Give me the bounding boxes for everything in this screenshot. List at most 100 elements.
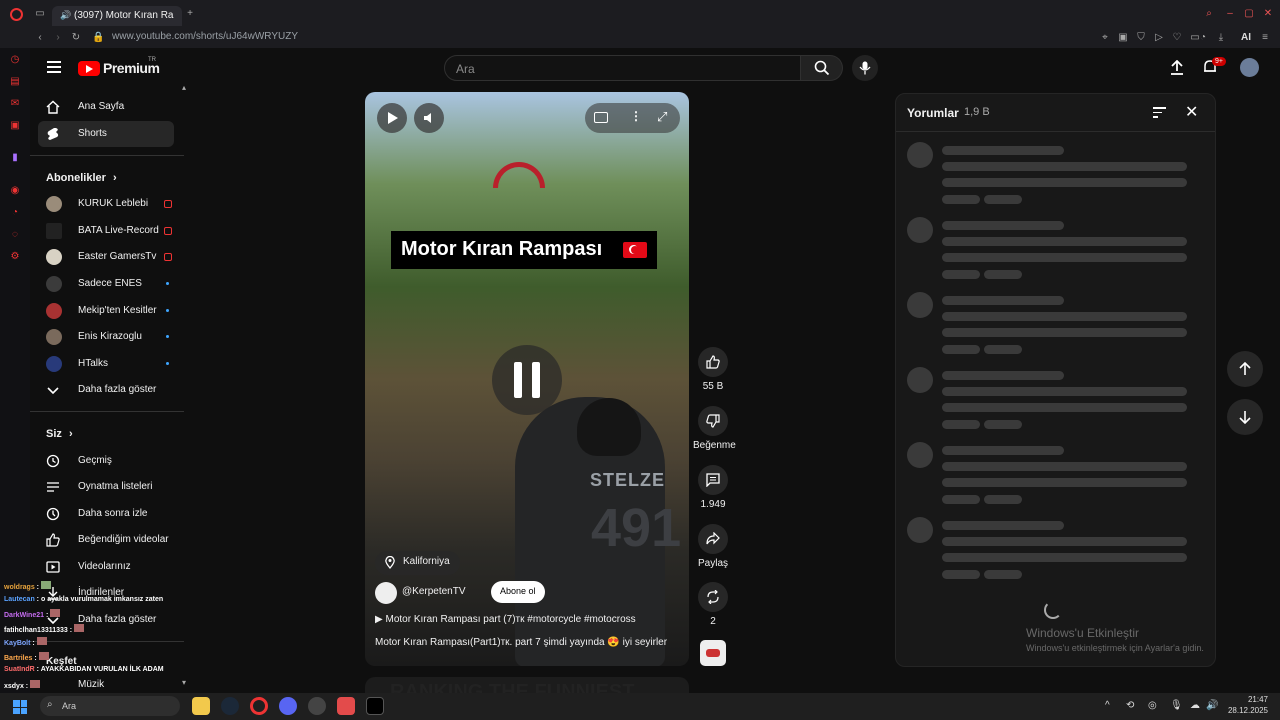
clock-date[interactable]: 28.12.2025 <box>1222 706 1268 715</box>
subscriptions-heading[interactable]: Abonelikler › <box>46 172 117 184</box>
search-input[interactable]: Ara <box>444 55 801 81</box>
clock-time[interactable]: 21:47 <box>1232 695 1268 704</box>
snapshot-icon[interactable]: ▣ <box>1117 32 1129 44</box>
subscription-item[interactable]: Easter GamersTv <box>38 244 174 270</box>
hamburger-menu-icon[interactable] <box>47 61 61 73</box>
send-icon[interactable]: ▷ <box>1153 32 1165 44</box>
scroll-down-icon[interactable]: ▾ <box>182 678 186 687</box>
minimize-icon[interactable]: – <box>1224 8 1236 20</box>
play-button[interactable] <box>377 103 407 133</box>
sound-thumbnail[interactable] <box>700 640 726 666</box>
sidebar-item-playlists[interactable]: Oynatma listeleri <box>38 474 174 500</box>
video-description[interactable]: ▶ Motor Kıran Rampası part (7)тк #motorc… <box>375 614 636 625</box>
download-icon[interactable]: ⤓ <box>1215 32 1227 44</box>
subscription-item[interactable]: Enis Kirazoglu <box>38 324 174 350</box>
aria-ai-icon[interactable]: AI <box>1235 32 1257 44</box>
share-button[interactable]: Paylaş <box>696 524 730 569</box>
opera-logo-icon[interactable] <box>10 8 23 21</box>
sidebar-item-shorts[interactable]: Shorts <box>38 121 174 147</box>
search-tabs-icon[interactable]: ⌕ <box>1203 8 1215 20</box>
notifications-badge: 9+ <box>1212 57 1226 66</box>
next-short-preview[interactable]: RANKING THE FUNNIEST <box>365 677 689 693</box>
close-icon[interactable]: ✕ <box>1185 102 1198 122</box>
back-icon[interactable]: ‹ <box>34 32 46 44</box>
you-heading[interactable]: Siz › <box>46 428 73 440</box>
subscription-item[interactable]: Sadece ENES <box>38 271 174 297</box>
shorts-video-player[interactable]: STELZE 491 ⋮ ⤢ Motor Kıran Rampası Kalif… <box>365 92 689 666</box>
opera-icon[interactable] <box>250 697 268 715</box>
adblock-icon[interactable]: ⛉ <box>1135 32 1147 44</box>
more-options-icon[interactable]: ⋮ <box>630 109 642 123</box>
like-icon <box>46 533 60 547</box>
fullscreen-icon[interactable]: ⤢ <box>657 109 667 125</box>
search-button[interactable] <box>801 55 843 81</box>
tray-chevron-up-icon[interactable]: ^ <box>1105 700 1110 711</box>
speaker-icon[interactable]: 🔊 <box>60 10 71 20</box>
scroll-up-icon[interactable]: ▴ <box>182 83 186 92</box>
settings-icon[interactable]: ⚙ <box>9 251 21 263</box>
next-short-button[interactable] <box>1227 399 1263 435</box>
upload-button[interactable] <box>1170 60 1184 75</box>
sidebar-news-icon[interactable]: ▣ <box>9 120 21 132</box>
menu-icon[interactable]: ≡ <box>1259 32 1271 44</box>
like-button[interactable]: 55 B <box>696 347 730 392</box>
pin-icon[interactable]: ⌖ <box>1099 32 1111 44</box>
tray-network-icon[interactable]: ⟲ <box>1126 700 1134 711</box>
mute-button[interactable] <box>414 103 444 133</box>
captions-icon[interactable] <box>594 112 608 123</box>
subscription-item[interactable]: Mekip'ten Kesitler <box>38 298 174 324</box>
sidebar-chat-icon[interactable]: ✉ <box>9 98 21 110</box>
browser-tab[interactable]: 🔊 (3097) Motor Kıran Ra <box>52 6 182 26</box>
subscribe-button[interactable]: Abone ol <box>491 581 545 603</box>
app-red-icon[interactable] <box>337 697 355 715</box>
location-chip[interactable]: Kaliforniya <box>375 551 460 575</box>
close-window-icon[interactable]: ✕ <box>1262 8 1274 20</box>
channel-avatar[interactable] <box>375 582 397 604</box>
voice-search-button[interactable] <box>852 55 878 81</box>
show-more-subscriptions[interactable]: Daha fazla göster <box>38 377 174 403</box>
tab-islands-icon[interactable]: ▭ <box>34 8 46 20</box>
sidebar-player-icon[interactable]: ◉ <box>9 185 21 197</box>
tray-volume-icon[interactable]: 🔊 <box>1206 700 1218 711</box>
heart-icon[interactable]: ♡ <box>1171 32 1183 44</box>
dislike-button[interactable]: Beğenme <box>693 406 736 451</box>
tray-app-icon[interactable]: ◎ <box>1148 700 1157 711</box>
sidebar-history-icon[interactable]: ◷ <box>9 54 21 66</box>
account-icon[interactable]: ◔ <box>1197 32 1209 44</box>
sidebar-clock-icon[interactable]: ◔ <box>9 207 21 219</box>
sidebar-item-your-videos[interactable]: Videolarınız <box>38 554 174 580</box>
tray-cloud-icon[interactable]: ☁ <box>1190 700 1200 711</box>
steam-icon[interactable] <box>221 697 239 715</box>
tray-mic-icon[interactable]: 🎙 <box>1170 700 1183 711</box>
channel-name[interactable]: @KerpetenTV <box>402 586 466 597</box>
subscription-item[interactable]: HTalks <box>38 351 174 377</box>
new-content-dot <box>166 362 169 365</box>
sidebar-whatsapp-icon[interactable]: ◌ <box>9 229 21 241</box>
github-icon[interactable] <box>308 697 326 715</box>
sidebar-bag-icon[interactable]: ▤ <box>9 76 21 88</box>
maximize-icon[interactable]: ▢ <box>1243 8 1255 20</box>
subscription-item[interactable]: KURUK Leblebi <box>38 191 174 217</box>
url-field[interactable]: www.youtube.com/shorts/uJ64wWRYUZY <box>112 31 298 42</box>
comments-button[interactable]: 1.949 <box>696 465 730 510</box>
discord-icon[interactable] <box>279 697 297 715</box>
sort-icon[interactable] <box>1153 107 1166 118</box>
new-tab-icon[interactable]: + <box>184 8 196 20</box>
avatar[interactable] <box>1240 58 1259 77</box>
sidebar-item-watch-later[interactable]: Daha sonra izle <box>38 501 174 527</box>
youtube-logo-icon[interactable] <box>78 61 100 76</box>
sidebar-item-history[interactable]: Geçmiş <box>38 448 174 474</box>
capcut-icon[interactable] <box>366 697 384 715</box>
start-icon[interactable] <box>13 700 27 714</box>
sidebar-item-liked[interactable]: Beğendiğim videolar <box>38 527 174 553</box>
remix-button[interactable]: 2 <box>696 582 730 627</box>
reload-icon[interactable]: ↻ <box>70 32 82 44</box>
previous-short-button[interactable] <box>1227 351 1263 387</box>
sidebar-item-home[interactable]: Ana Sayfa <box>38 94 174 120</box>
pause-icon[interactable] <box>492 345 562 415</box>
file-explorer-icon[interactable] <box>192 697 210 715</box>
taskbar-search[interactable]: ⌕ Ara <box>40 696 180 716</box>
subscription-item[interactable]: BATA Live-Record <box>38 218 174 244</box>
twitch-icon[interactable]: ▮ <box>9 152 21 164</box>
forward-icon[interactable]: › <box>52 32 64 44</box>
